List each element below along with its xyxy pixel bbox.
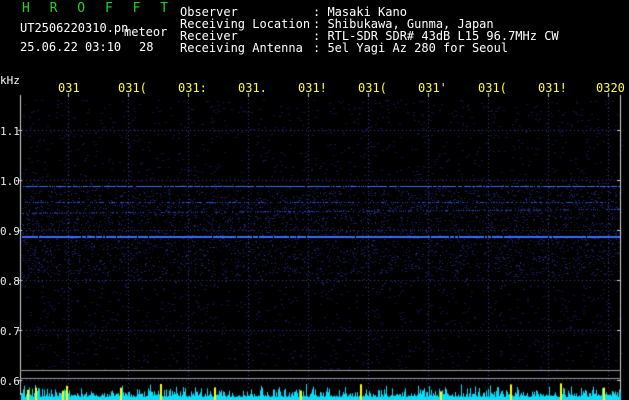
mode-label: meteor [124,25,168,39]
x-tick-label: 031( [478,81,507,95]
x-tick-label: 031 [58,81,80,95]
x-tick-label: 031( [118,81,147,95]
x-tick-label: 031: [178,81,207,95]
x-tick-label: 031! [538,81,567,95]
y-tick-label: 0.7 [0,325,20,338]
y-tick-label: 0.9 [0,225,20,238]
x-tick-label: 031( [358,81,387,95]
datetime-label: 25.06.22 03:10 [20,40,122,54]
filename-label: UT2506220310.pn [20,21,129,35]
x-tick-label: 0320 [596,81,625,95]
x-tick-label: 031! [298,81,327,95]
x-tick-label: 031' [418,81,447,95]
app-title: H R O F F T [22,1,175,16]
y-tick-label: 0.8 [0,275,20,288]
y-tick-label: 0.6 [0,375,20,388]
y-tick-label: 1.0 [0,175,20,188]
x-tick-label: 031. [238,81,267,95]
count-label: 28 [139,40,154,54]
spectrogram-canvas [0,0,629,400]
info-label-antenna: Receiving Antenna [180,41,303,55]
info-value-antenna: : 5el Yagi Az 280 for Seoul [313,41,509,55]
y-tick-label: 1.1 [0,125,20,138]
y-axis-unit: kHz [0,74,20,87]
